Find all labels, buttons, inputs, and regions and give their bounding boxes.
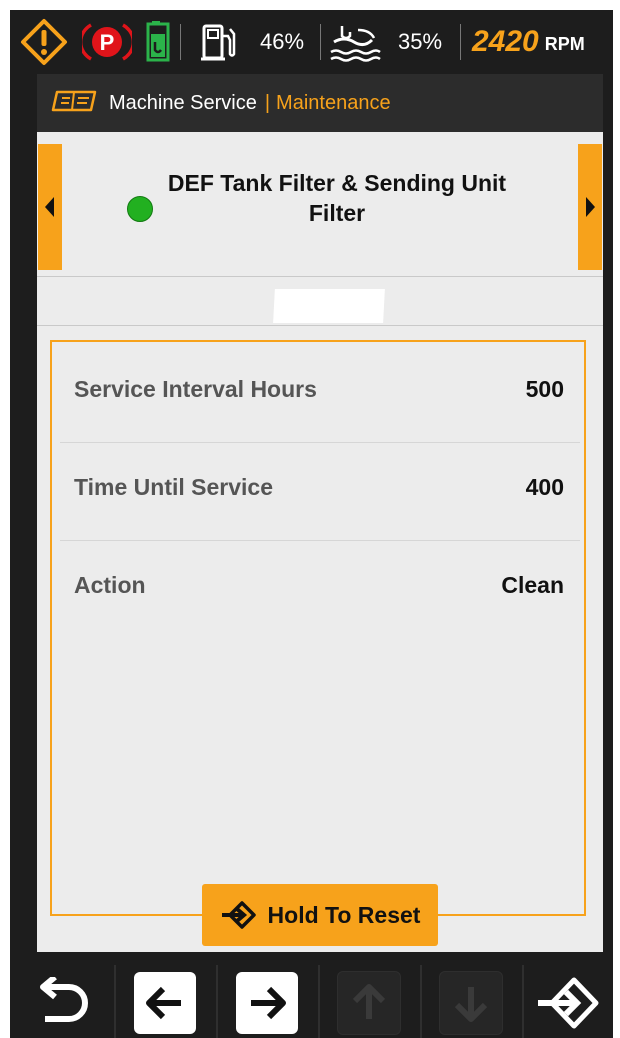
header-subtitle[interactable]: Maintenance [276,92,391,115]
fuel-level: 46% [260,29,305,54]
detail-label: Service Interval Hours [74,375,317,402]
enter-icon [538,977,599,1029]
triangle-left-icon [45,197,54,217]
detail-value: Clean [501,571,564,598]
detail-value: 400 [525,473,564,500]
detail-value: 500 [525,375,564,402]
def-level: 35% [398,29,443,54]
content-panel: DEF Tank Filter & Sending Unit Filter Se… [37,132,603,952]
item-title: DEF Tank Filter & Sending Unit Filter [167,170,507,226]
def-tank-icon [144,10,172,74]
back-button[interactable] [14,971,112,1035]
arrow-left-icon [146,986,181,1020]
divider [60,540,580,541]
service-details: Service Interval Hours 500 Time Until Se… [50,340,586,916]
detail-row: Action Clean [74,560,564,610]
engine-rpm: 2420 RPM [472,10,585,74]
enter-button[interactable] [520,971,613,1035]
left-arrow-button[interactable] [116,971,214,1035]
header-separator: | [264,91,271,114]
next-item-button[interactable] [578,144,602,270]
header-title: Machine Service [109,91,257,114]
triangle-right-icon [586,197,595,217]
rpm-value: 2420 [472,25,539,58]
up-arrow-button[interactable] [320,971,418,1035]
page-indicator-active [273,289,385,323]
status-indicator [127,196,153,222]
arrow-up-icon [352,984,386,1019]
reset-button-label: Hold To Reset [267,901,421,928]
rpm-unit: RPM [544,33,585,54]
maintenance-item-card: DEF Tank Filter & Sending Unit Filter [37,140,603,277]
page-indicator [37,277,603,326]
service-manual-icon [51,90,97,117]
enter-arrow-icon [221,901,256,929]
arrow-right-icon [251,986,286,1020]
parking-brake-icon: P [82,10,132,74]
fuel-pump-icon [200,10,238,74]
detail-label: Action [74,571,146,598]
divider [60,442,580,443]
status-bar: P 46% 35% 2420 RPM [10,10,613,74]
right-arrow-button[interactable] [218,971,316,1035]
down-arrow-button[interactable] [422,971,520,1035]
detail-label: Time Until Service [74,473,273,500]
machine-display: P 46% 35% 2420 RPM Machine Service | Mai… [10,10,613,1038]
detail-row: Time Until Service 400 [74,462,564,512]
back-icon [40,977,88,1022]
hold-to-reset-button[interactable]: Hold To Reset [202,884,438,946]
detail-row: Service Interval Hours 500 [74,364,564,414]
def-fluid-icon [328,10,382,74]
svg-text:P: P [100,30,115,55]
screen-header: Machine Service | Maintenance [37,74,603,132]
arrow-down-icon [454,987,488,1022]
previous-item-button[interactable] [38,144,62,270]
bottom-toolbar [10,965,613,1038]
warning-icon [20,10,68,74]
